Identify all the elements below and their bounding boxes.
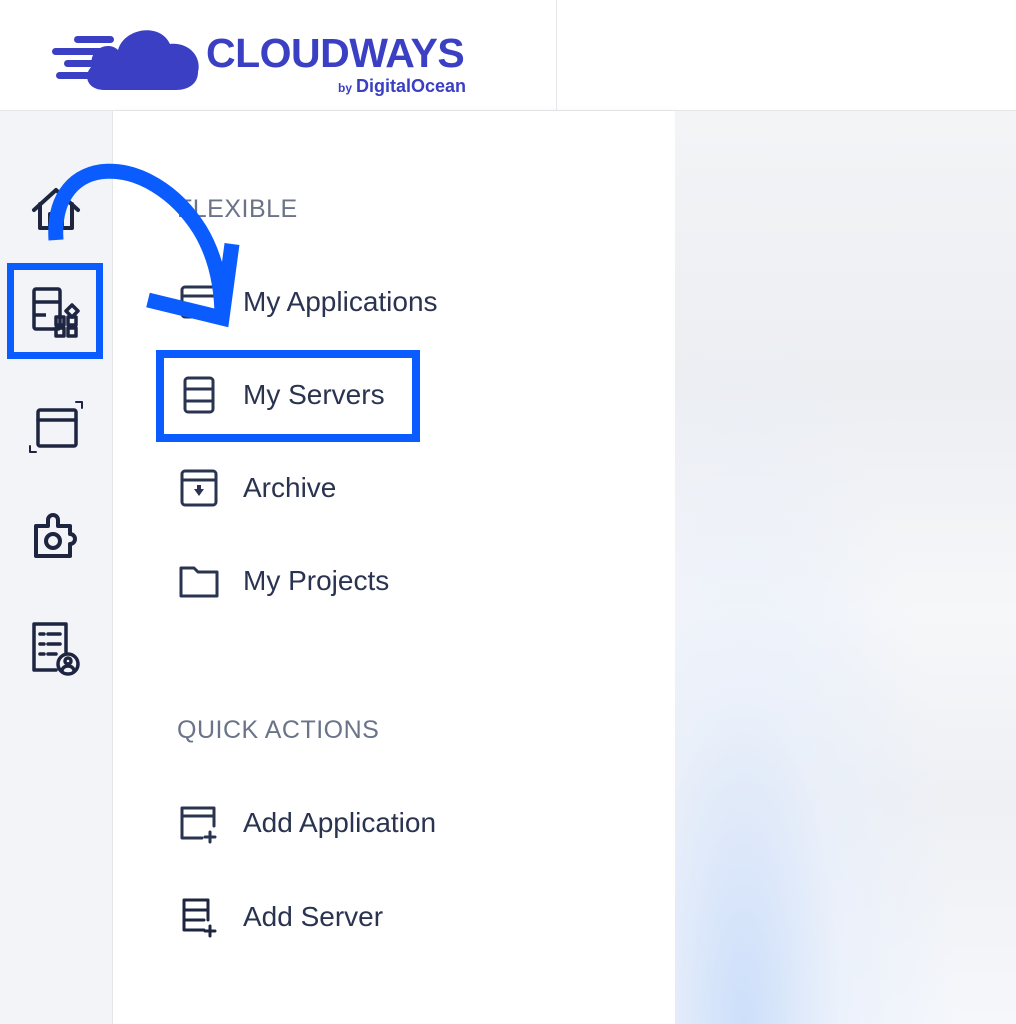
archive-icon [177,466,221,510]
folder-icon [177,559,221,603]
top-header: CLOUDWAYS by DigitalOcean [0,0,1016,111]
section-title-quick-actions: QUICK ACTIONS [177,716,380,744]
section-title-flexible: FLEXIBLE [177,195,298,223]
menu-item-label: My Applications [243,286,438,317]
add-application-icon [177,801,221,845]
cloud-logo-icon [52,30,199,90]
home-icon [32,188,80,230]
add-server-icon [177,895,221,939]
brand-by: by [338,81,353,95]
header-divider [556,0,557,110]
rail-team[interactable] [26,618,86,678]
menu-item-add-application[interactable]: Add Application [177,796,517,850]
my-servers-highlight [156,350,420,442]
rail-window-resize[interactable] [26,398,86,458]
navigation-menu-panel: FLEXIBLE My Applications My Servers Arch… [113,111,675,1024]
menu-item-my-projects[interactable]: My Projects [177,554,517,608]
application-window-icon [177,280,221,324]
addons-puzzle-icon [34,513,77,558]
cloudways-logo[interactable]: CLOUDWAYS by DigitalOcean [52,14,492,100]
menu-item-add-server[interactable]: Add Server [177,890,517,944]
rail-active-highlight [7,263,103,359]
brand-partner: by DigitalOcean [338,76,466,97]
team-list-icon [32,622,80,676]
rail-home[interactable] [26,180,86,240]
menu-item-label: Add Server [243,901,384,932]
window-resize-icon [29,401,83,453]
menu-item-archive[interactable]: Archive [177,461,517,515]
menu-item-label: Add Application [243,807,437,838]
menu-item-my-applications[interactable]: My Applications [177,275,517,329]
rail-addons[interactable] [26,508,86,568]
menu-item-label: My Projects [243,565,390,596]
content-area-blurred [675,111,1016,1024]
menu-item-label: Archive [243,472,337,503]
brand-name: CLOUDWAYS [206,30,465,76]
brand-partner-name: DigitalOcean [356,76,467,96]
